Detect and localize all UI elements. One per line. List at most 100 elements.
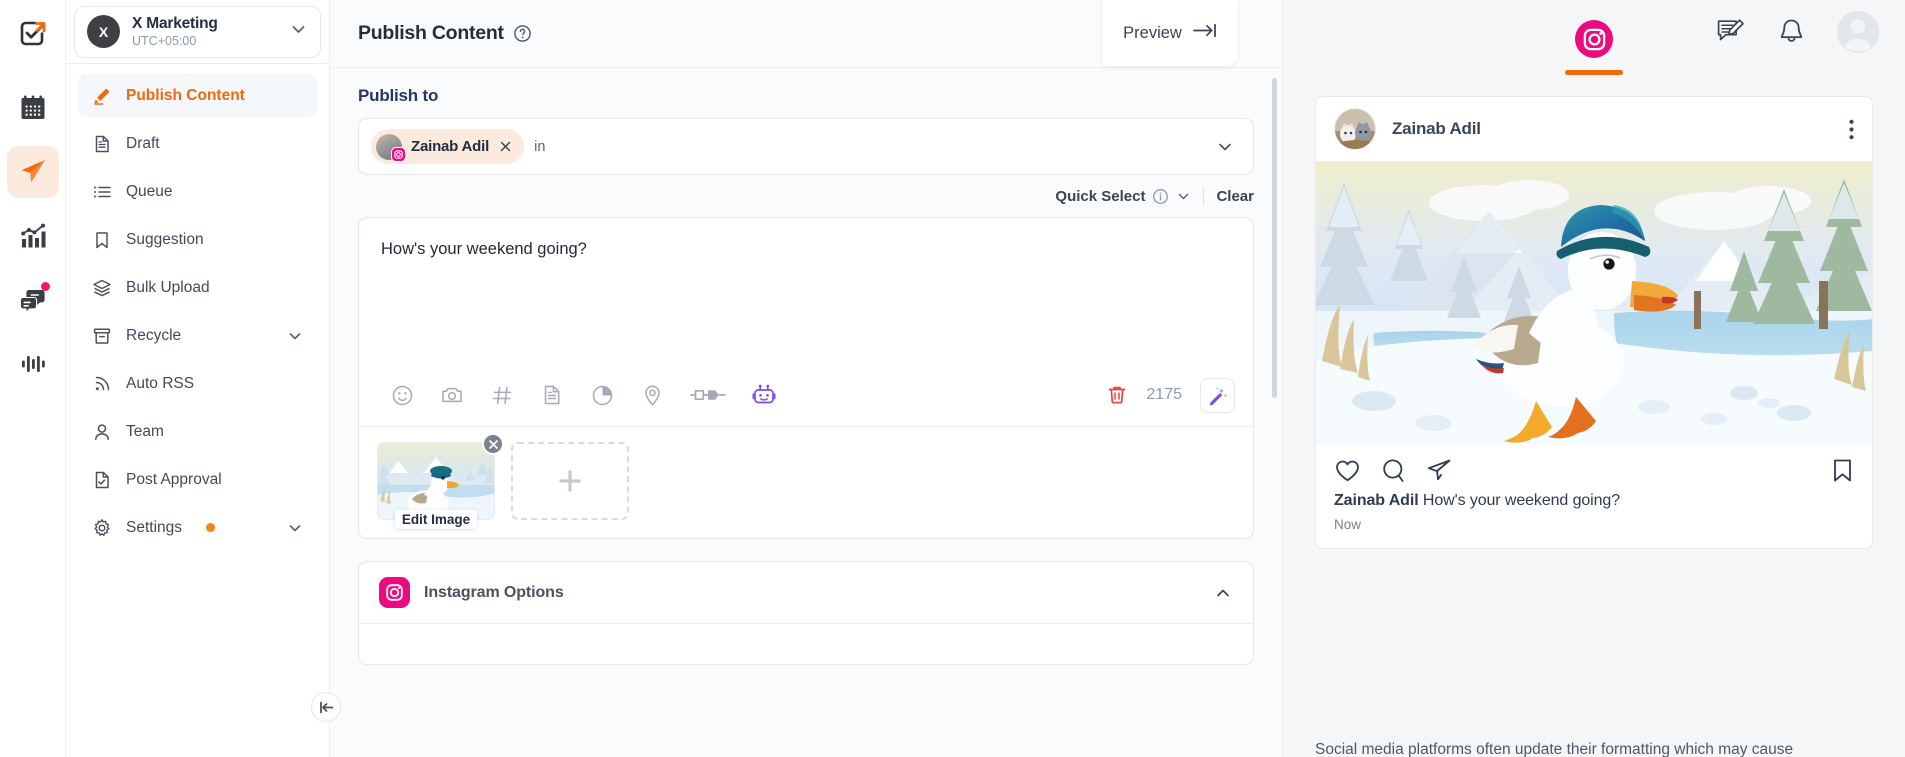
bookmark-icon [91, 229, 112, 250]
save-icon[interactable] [1831, 457, 1854, 484]
preview-note: Social media platforms often update thei… [1315, 741, 1794, 757]
duck-winter-image [378, 443, 494, 519]
sidebar-item-queue[interactable]: Queue [78, 170, 317, 213]
ai-wand-button[interactable] [1200, 377, 1235, 413]
more-options-icon[interactable] [1849, 119, 1854, 140]
sidebar-item-label: Bulk Upload [126, 278, 210, 296]
quick-select-button[interactable]: Quick Select [1055, 188, 1191, 205]
rss-icon [91, 373, 112, 394]
caption-author: Zainab Adil [1334, 492, 1419, 509]
post-author-name: Zainab Adil [1392, 119, 1481, 138]
preview-panel: Preview Zainab Adil Zainab Adil How's yo… [1103, 0, 1905, 757]
help-circle-icon[interactable] [513, 24, 532, 43]
rail-item-calendar[interactable] [7, 82, 59, 134]
sidebar-item-label: Draft [126, 134, 160, 152]
add-media-button[interactable] [511, 442, 629, 520]
arrow-to-line-right-icon [1192, 22, 1218, 44]
account-chip[interactable]: Zainab Adil [371, 129, 525, 164]
app-logo[interactable] [7, 8, 59, 60]
chevron-down-icon[interactable] [1215, 137, 1235, 157]
sidebar-item-draft[interactable]: Draft [78, 122, 317, 165]
main-column: Publish Content Publish to Zainab Adil i… [330, 0, 1282, 757]
rail-item-analytics[interactable] [7, 210, 59, 262]
poll-icon[interactable] [577, 376, 627, 414]
share-icon[interactable] [1426, 457, 1453, 484]
emoji-icon[interactable] [377, 376, 427, 414]
like-icon[interactable] [1334, 457, 1361, 484]
comment-icon[interactable] [1380, 457, 1407, 484]
page-title: Publish Content [358, 22, 504, 44]
camera-icon[interactable] [427, 376, 477, 414]
rail-item-activity[interactable] [7, 338, 59, 390]
post-actions [1316, 444, 1872, 490]
post-text-input[interactable]: How's your weekend going? [359, 218, 1253, 368]
layers-icon [91, 277, 112, 298]
chevron-down-icon[interactable] [286, 327, 304, 345]
remove-account-icon[interactable] [498, 139, 513, 154]
media-strip: Edit Image [359, 426, 1253, 538]
sidebar-item-team[interactable]: Team [78, 410, 317, 453]
chevron-up-icon[interactable] [1213, 583, 1233, 603]
bell-icon[interactable] [1778, 18, 1805, 47]
template-icon[interactable] [527, 376, 577, 414]
publish-to-label: Publish to [358, 86, 439, 105]
sidebar-item-settings[interactable]: Settings [78, 506, 317, 549]
chip-account-name: Zainab Adil [411, 138, 490, 155]
settings-dot-badge [206, 523, 216, 532]
sidebar-item-auto-rss[interactable]: Auto RSS [78, 362, 317, 405]
sidebar-item-suggestion[interactable]: Suggestion [78, 218, 317, 261]
instagram-options-header[interactable]: Instagram Options [359, 562, 1253, 624]
inbox-badge [40, 282, 50, 291]
publish-to-field[interactable]: Zainab Adil in [358, 118, 1254, 175]
paper-plane-icon [21, 160, 45, 183]
avatar [376, 133, 406, 162]
hashtag-icon[interactable] [477, 376, 527, 414]
page-title-row: Publish Content [358, 22, 532, 45]
instagram-icon [391, 146, 406, 162]
sidebar-item-bulk-upload[interactable]: Bulk Upload [78, 266, 317, 309]
sidebar-item-label: Recycle [126, 326, 182, 344]
checkbox-arrow-logo-icon [20, 21, 45, 46]
ai-bot-icon[interactable] [739, 376, 789, 414]
edit-image-button[interactable]: Edit Image [394, 510, 478, 529]
org-text: X Marketing UTC+05:00 [132, 15, 277, 48]
sidebar-item-publish-content[interactable]: Publish Content [78, 74, 317, 117]
archive-icon [91, 325, 112, 346]
delete-icon[interactable] [1106, 384, 1128, 406]
sidebar-item-recycle[interactable]: Recycle [78, 314, 317, 357]
editor-card: How's your weekend going? 2175 Edit Imag… [358, 217, 1254, 539]
plug-icon[interactable] [677, 376, 739, 414]
sidebar-item-label: Team [126, 422, 164, 440]
remove-media-icon[interactable] [482, 433, 504, 455]
sidebar-item-label: Auto RSS [126, 374, 195, 392]
rail-item-inbox[interactable] [7, 274, 59, 326]
compose-icon[interactable] [1716, 17, 1746, 47]
preview-label: Preview [1123, 23, 1182, 42]
sidebar-item-label: Queue [126, 182, 173, 200]
chevron-down-icon [1176, 189, 1191, 204]
rail-item-publish[interactable] [6, 146, 59, 198]
info-circle-icon [1152, 188, 1169, 205]
preview-tab-instagram[interactable] [1565, 20, 1623, 75]
sidebar-item-label: Post Approval [126, 470, 222, 488]
plus-icon [559, 470, 581, 492]
scrollbar-thumb[interactable] [1272, 78, 1277, 398]
preview-toggle-button[interactable]: Preview [1103, 0, 1238, 66]
character-count: 2175 [1146, 386, 1182, 403]
sidebar-item-label: Suggestion [126, 230, 204, 248]
clear-button[interactable]: Clear [1216, 188, 1254, 205]
main-scrollbar[interactable] [1272, 78, 1277, 747]
nav-sidebar: X X Marketing UTC+05:00 Publish Content [66, 0, 330, 757]
avatar[interactable] [1837, 11, 1879, 53]
media-thumbnail[interactable] [377, 442, 495, 520]
org-avatar: X [87, 15, 120, 48]
document-check-icon [91, 469, 112, 490]
location-icon[interactable] [627, 376, 677, 414]
pencil-icon [91, 85, 112, 106]
org-switcher-container: X X Marketing UTC+05:00 [66, 0, 329, 64]
sidebar-item-post-approval[interactable]: Post Approval [78, 458, 317, 501]
document-icon [91, 133, 112, 154]
org-switcher[interactable]: X X Marketing UTC+05:00 [74, 5, 321, 58]
chevron-down-icon[interactable] [286, 519, 304, 537]
collapse-sidebar-button[interactable] [311, 692, 341, 722]
